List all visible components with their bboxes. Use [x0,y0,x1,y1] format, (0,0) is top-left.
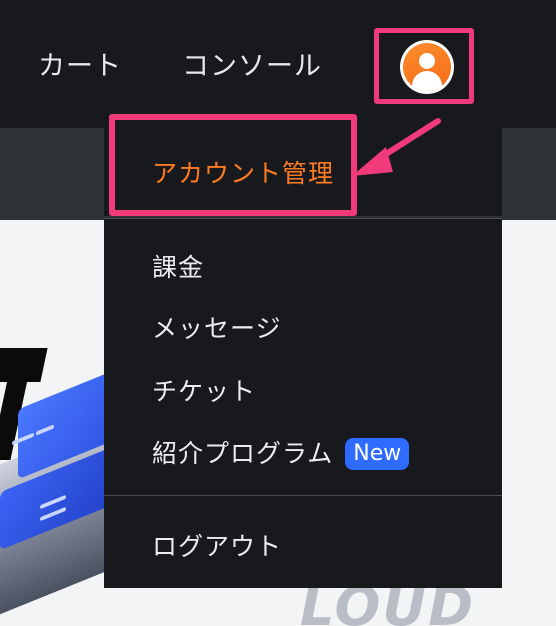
menu-item-tickets[interactable]: チケット [152,372,256,408]
nav-cart-link[interactable]: カート [38,44,122,83]
menu-item-referral-program[interactable]: 紹介プログラム New [152,434,410,470]
menu-item-referral-label: 紹介プログラム [152,439,334,468]
nav-console-link[interactable]: コンソール [182,44,322,83]
menu-item-account-management[interactable]: アカウント管理 [152,154,334,190]
new-badge: New [345,438,410,470]
menu-item-billing[interactable]: 課金 [152,248,204,284]
menu-divider [104,495,502,496]
menu-item-messages[interactable]: メッセージ [152,309,282,345]
page: LOUD カート コンソール アカウント管理 課金 メッセージ チケット 紹介プ… [0,0,556,626]
avatar-highlight-box [374,28,474,104]
menu-divider [104,218,502,219]
menu-item-logout[interactable]: ログアウト [152,527,282,563]
